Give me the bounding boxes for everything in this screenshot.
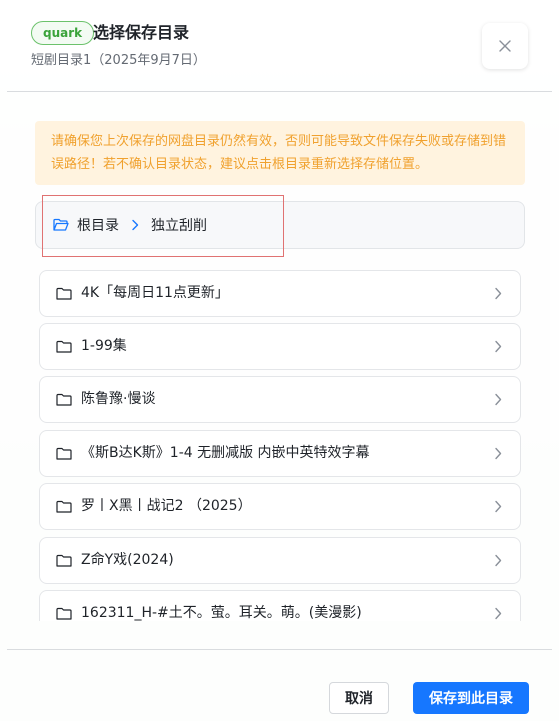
chevron-right-icon	[495, 607, 502, 620]
header-divider	[7, 91, 552, 92]
close-icon	[499, 40, 511, 52]
folder-row[interactable]: 1-99集	[39, 323, 521, 370]
chevron-right-icon	[131, 219, 139, 231]
folder-name: 《斯B达K斯》1-4 无删减版 内嵌中英特效字幕	[81, 445, 370, 461]
folder-row[interactable]: 《斯B达K斯》1-4 无删减版 内嵌中英特效字幕	[39, 430, 521, 477]
chevron-right-icon	[495, 500, 502, 513]
footer-divider	[7, 649, 552, 650]
folder-name: 罗丨X黑丨战记2 （2025）	[81, 498, 252, 514]
dialog-header: quark 选择保存目录 短剧目录1（2025年9月7日）	[31, 20, 528, 76]
provider-badge: quark	[31, 21, 95, 45]
warning-notice: 请确保您上次保存的网盘目录仍然有效，否则可能导致文件保存失败或存储到错误路径！若…	[35, 121, 525, 185]
folder-name: 陈鲁豫·慢谈	[81, 391, 156, 407]
folder-list[interactable]: 4K「每周日11点更新」 1-99集 陈鲁豫·慢谈 《斯B达K斯》1-4 无删减…	[39, 270, 521, 621]
dialog-title: 选择保存目录	[93, 23, 190, 42]
save-here-button[interactable]: 保存到此目录	[413, 682, 529, 714]
folder-name: 4K「每周日11点更新」	[81, 285, 229, 301]
folder-row[interactable]: 4K「每周日11点更新」	[39, 270, 521, 317]
folder-row[interactable]: 罗丨X黑丨战记2 （2025）	[39, 483, 521, 530]
folder-row[interactable]: Z命Y戏(2024)	[39, 537, 521, 584]
breadcrumb-root[interactable]: 根目录	[77, 215, 119, 235]
folder-name: 1-99集	[81, 338, 127, 354]
folder-name: Z命Y戏(2024)	[81, 552, 174, 568]
chevron-right-icon	[495, 287, 502, 300]
chevron-right-icon	[495, 554, 502, 567]
folder-icon	[56, 447, 72, 460]
breadcrumb: 根目录 独立刮削	[35, 201, 525, 249]
folder-icon	[56, 500, 72, 513]
close-button[interactable]	[482, 23, 528, 69]
breadcrumb-current[interactable]: 独立刮削	[151, 215, 207, 235]
cancel-button[interactable]: 取消	[329, 682, 389, 714]
dialog-subtitle: 短剧目录1（2025年9月7日）	[31, 53, 206, 68]
folder-icon	[56, 554, 72, 567]
folder-row[interactable]: 162311_H-#土不。萤。耳关。萌。(美漫影)	[39, 590, 521, 621]
folder-icon	[56, 287, 72, 300]
folder-icon	[56, 607, 72, 620]
folder-icon	[56, 340, 72, 353]
chevron-right-icon	[495, 447, 502, 460]
chevron-right-icon	[495, 340, 502, 353]
save-directory-dialog: quark 选择保存目录 短剧目录1（2025年9月7日） 请确保您上次保存的网…	[0, 0, 559, 721]
folder-name: 162311_H-#土不。萤。耳关。萌。(美漫影)	[81, 605, 362, 621]
folder-icon	[56, 393, 72, 406]
chevron-right-icon	[495, 393, 502, 406]
folder-open-icon	[53, 218, 69, 232]
folder-row[interactable]: 陈鲁豫·慢谈	[39, 376, 521, 423]
